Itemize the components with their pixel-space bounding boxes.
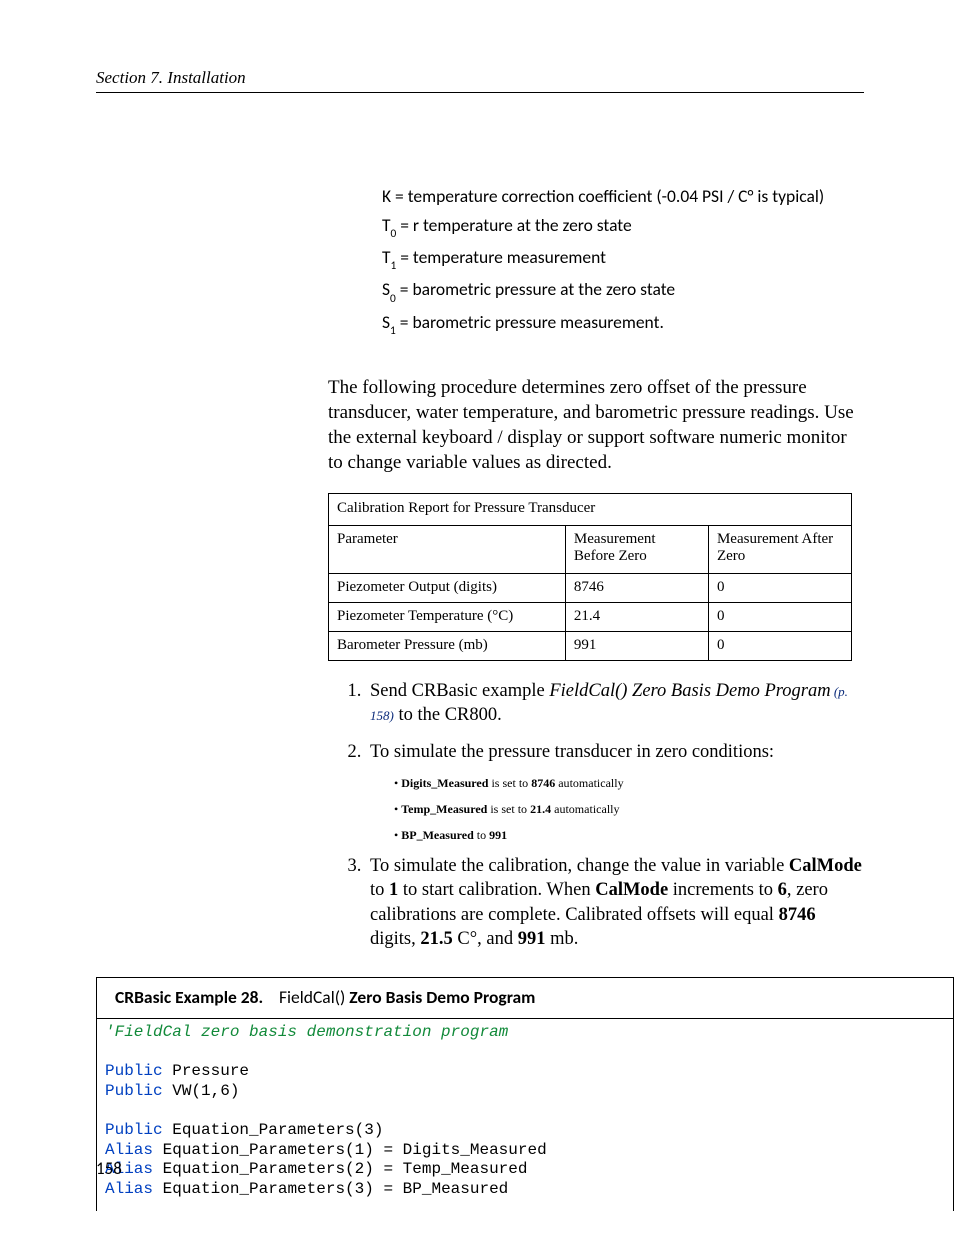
code-listing: 'FieldCal zero basis demonstration progr…	[97, 1019, 953, 1211]
col-before: Measurement Before Zero	[565, 525, 708, 573]
list-item: Digits_Measured is set to 8746 automatic…	[394, 776, 864, 792]
calibration-table: Calibration Report for Pressure Transduc…	[328, 493, 852, 661]
col-after: Measurement After Zero	[708, 525, 851, 573]
intro-paragraph: The following procedure determines zero …	[328, 375, 864, 475]
table-row: Piezometer Output (digits) 8746 0	[329, 573, 852, 602]
step-1: Send CRBasic example FieldCal() Zero Bas…	[366, 679, 864, 728]
header-rule	[96, 92, 864, 93]
step-2: To simulate the pressure transducer in z…	[366, 740, 864, 842]
table-row: Piezometer Temperature (°C) 21.4 0	[329, 602, 852, 631]
procedure-steps: Send CRBasic example FieldCal() Zero Bas…	[348, 679, 864, 951]
code-example-title: CRBasic Example 28. FieldCal() Zero Basi…	[97, 978, 953, 1019]
table-row: Barometer Pressure (mb) 991 0	[329, 631, 852, 660]
definitions-block: K = temperature correction coefficient (…	[382, 183, 864, 339]
col-parameter: Parameter	[329, 525, 566, 573]
table-title: Calibration Report for Pressure Transduc…	[329, 493, 852, 525]
step-2-bullets: Digits_Measured is set to 8746 automatic…	[374, 776, 864, 844]
def-K: K = temperature correction coefficient (…	[382, 183, 864, 210]
page-number: 158	[96, 1158, 122, 1179]
def-T1: T1 = temperature measurement	[382, 244, 864, 274]
code-example-box: CRBasic Example 28. FieldCal() Zero Basi…	[96, 977, 954, 1211]
table-header-row: Parameter Measurement Before Zero Measur…	[329, 525, 852, 573]
def-S0: S0 = barometric pressure at the zero sta…	[382, 276, 864, 306]
page: Section 7. Installation K = temperature …	[0, 0, 954, 1235]
running-head: Section 7. Installation	[96, 68, 864, 88]
def-T0: T0 = r temperature at the zero state	[382, 212, 864, 242]
step-3: To simulate the calibration, change the …	[366, 854, 864, 952]
list-item: Temp_Measured is set to 21.4 automatical…	[394, 802, 864, 818]
def-S1: S1 = barometric pressure measurement.	[382, 309, 864, 339]
list-item: BP_Measured to 991	[394, 828, 864, 844]
